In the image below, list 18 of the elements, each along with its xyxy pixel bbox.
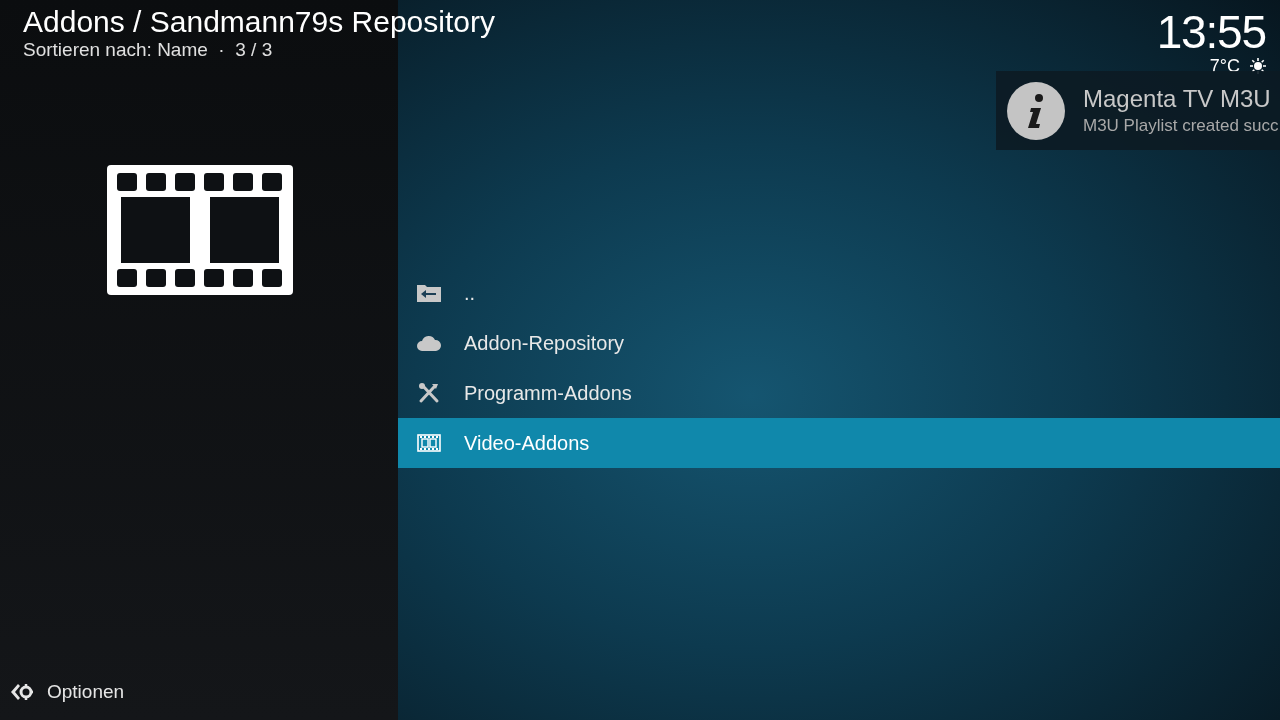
film-icon: [417, 434, 441, 452]
page-title: Addons / Sandmann79s Repository: [23, 4, 495, 40]
info-icon: [1007, 81, 1065, 140]
sort-info: Sortieren nach: Name · 3 / 3: [23, 40, 274, 60]
list-item[interactable]: Programm-Addons: [398, 368, 1280, 418]
temperature: 7°C: [1209, 56, 1240, 76]
list-item[interactable]: ..: [398, 268, 1280, 318]
cloud-icon: [416, 334, 442, 352]
notification-message: M3U Playlist created succ: [1083, 114, 1279, 137]
tools-icon: [417, 382, 441, 404]
sun-icon: [1250, 58, 1266, 74]
clock: 13:55: [1156, 8, 1266, 56]
list-item[interactable]: Video-Addons: [398, 418, 1280, 468]
film-strip-icon: [107, 165, 293, 295]
folder-back-icon: [416, 283, 442, 303]
list-item[interactable]: Addon-Repository: [398, 318, 1280, 368]
options-button[interactable]: Optionen: [0, 677, 398, 720]
notification-title: Magenta TV M3U: [1083, 83, 1272, 114]
